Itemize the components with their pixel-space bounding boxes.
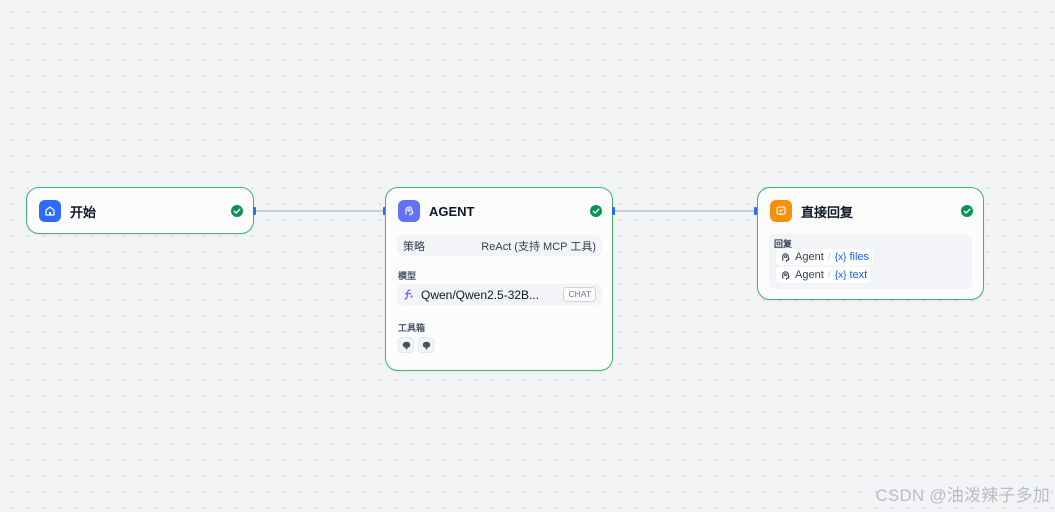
variable-code: {x} xyxy=(834,251,847,263)
tool-icon[interactable] xyxy=(398,337,414,353)
strategy-label: 策略 xyxy=(403,240,425,253)
reply-node-header: 直接回复 xyxy=(770,199,973,223)
agent-icon xyxy=(398,200,420,222)
variable-name: files xyxy=(849,251,870,263)
reply-node-title: 直接回复 xyxy=(801,204,854,220)
reply-node[interactable]: 直接回复 回复 Agent / {x} files Agent / {x} te… xyxy=(757,187,984,300)
variable-tag-files[interactable]: Agent / {x} files xyxy=(776,249,874,265)
reply-content-box: 回复 Agent / {x} files Agent / {x} text xyxy=(769,234,972,289)
success-check-icon xyxy=(590,205,602,217)
model-selector[interactable]: Qwen/Qwen2.5-32B... CHAT xyxy=(397,284,602,305)
variable-separator: / xyxy=(827,251,831,263)
toolbox-label: 工具箱 xyxy=(398,323,426,333)
variable-code: {x} xyxy=(834,269,847,281)
variable-source: Agent xyxy=(795,269,824,281)
variable-tag-text[interactable]: Agent / {x} text xyxy=(776,267,872,283)
start-node[interactable]: 开始 xyxy=(26,187,254,234)
model-type-badge: CHAT xyxy=(563,287,596,302)
home-icon xyxy=(39,200,61,222)
strategy-row[interactable]: 策略 ReAct (支持 MCP 工具) xyxy=(397,235,602,256)
start-node-header: 开始 xyxy=(39,199,243,223)
success-check-icon xyxy=(961,205,973,217)
agent-variable-icon xyxy=(782,252,790,262)
model-name: Qwen/Qwen2.5-32B... xyxy=(421,287,540,302)
start-output-handle[interactable] xyxy=(253,207,256,215)
model-provider-icon xyxy=(404,289,413,300)
agent-node-title: AGENT xyxy=(429,203,475,219)
agent-node-header: AGENT xyxy=(398,199,602,223)
agent-node[interactable]: AGENT 策略 ReAct (支持 MCP 工具) 模型 Qwen/Qwen2… xyxy=(385,187,613,371)
model-label: 模型 xyxy=(398,271,417,281)
success-check-icon xyxy=(231,205,243,217)
variable-name: text xyxy=(849,269,868,281)
tool-icon[interactable] xyxy=(418,337,434,353)
variable-source: Agent xyxy=(795,251,824,263)
reply-icon xyxy=(770,200,792,222)
toolbox-list xyxy=(398,337,434,353)
watermark-text: CSDN @油泼辣子多加 xyxy=(875,486,1050,505)
strategy-value: ReAct (支持 MCP 工具) xyxy=(481,240,596,253)
agent-output-handle[interactable] xyxy=(612,207,615,215)
start-node-title: 开始 xyxy=(70,204,97,220)
agent-variable-icon xyxy=(782,270,790,280)
variable-separator: / xyxy=(827,269,831,281)
